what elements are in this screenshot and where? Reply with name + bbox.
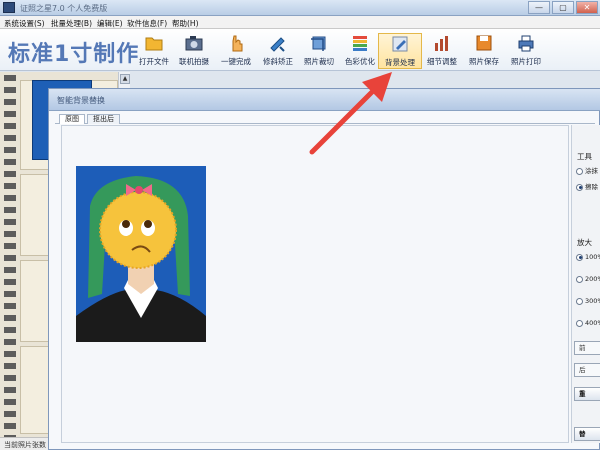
tool-label: 一键完成 xyxy=(221,57,251,66)
tool-label: 照片保存 xyxy=(469,57,499,66)
radio-zoom-200[interactable]: 200% xyxy=(576,275,600,283)
tool-panel: 工具 涂抹 擦除 放大 100% 200% 300% 400% 前 后 重 替 xyxy=(571,125,600,443)
menu-bar: 系统设置(S) 批量处理(B) 编辑(E) 软件信息(F) 帮助(H) xyxy=(0,16,600,29)
radio-zoom-400[interactable]: 400% xyxy=(576,319,600,327)
radio-label: 200% xyxy=(585,275,600,283)
open-file-button[interactable]: 打开文件 xyxy=(132,33,176,69)
id-photo xyxy=(76,166,206,342)
app-icon xyxy=(3,2,15,13)
panel-button-prev[interactable]: 前 xyxy=(574,341,600,355)
tool-label: 修斜矫正 xyxy=(263,57,293,66)
close-button[interactable]: ✕ xyxy=(576,1,598,14)
window-title: 证照之星7.0 个人免费版 xyxy=(20,4,108,13)
photo-canvas[interactable] xyxy=(61,125,569,443)
radio-smear[interactable]: 涂抹 xyxy=(576,165,598,175)
radio-dot xyxy=(576,275,583,283)
folder-icon xyxy=(145,37,163,51)
portrait-illustration xyxy=(76,166,206,342)
hand-icon xyxy=(232,35,243,52)
radio-dot-selected xyxy=(576,253,583,261)
minimize-button[interactable]: — xyxy=(528,1,550,14)
camera-button[interactable]: 联机拍摄 xyxy=(172,33,216,69)
tab-extracted[interactable]: 抠出后 xyxy=(87,114,120,124)
menu-batch[interactable]: 批量处理(B) xyxy=(51,18,92,29)
radio-dot xyxy=(576,297,583,305)
color-bars-icon xyxy=(353,36,367,51)
radio-label: 300% xyxy=(585,297,600,305)
radio-erase[interactable]: 擦除 xyxy=(576,181,598,191)
save-photo-button[interactable]: 照片保存 xyxy=(462,33,506,69)
menu-edit[interactable]: 编辑(E) xyxy=(97,18,123,29)
panel-button-reset[interactable]: 重 xyxy=(574,387,600,401)
menu-help[interactable]: 帮助(H) xyxy=(172,18,199,29)
print-photo-button[interactable]: 照片打印 xyxy=(504,33,548,69)
detail-adjust-button[interactable]: 细节调整 xyxy=(420,33,464,69)
brush-icon xyxy=(392,36,408,52)
radio-label: 400% xyxy=(585,319,600,327)
tilt-correct-button[interactable]: 修斜矫正 xyxy=(256,33,300,69)
radio-zoom-300[interactable]: 300% xyxy=(576,297,600,305)
tool-label: 联机拍摄 xyxy=(179,57,209,66)
menu-software-info[interactable]: 软件信息(F) xyxy=(127,18,167,29)
save-icon xyxy=(476,35,492,51)
dialog-title: 智能背景替换 xyxy=(57,96,105,105)
tools-icon xyxy=(270,37,285,52)
tab-original[interactable]: 原图 xyxy=(59,114,85,124)
radio-label: 擦除 xyxy=(585,183,598,191)
replace-button[interactable]: 替 xyxy=(574,427,600,441)
title-bar: 证照之星7.0 个人免费版 — ▢ ✕ xyxy=(0,0,600,16)
radio-zoom-100[interactable]: 100% xyxy=(576,253,600,261)
panel-button-next[interactable]: 后 xyxy=(574,363,600,377)
radio-label: 涂抹 xyxy=(585,167,598,175)
radio-dot xyxy=(576,167,583,175)
chart-icon xyxy=(435,36,448,51)
tool-label: 照片打印 xyxy=(511,57,541,66)
crop-icon xyxy=(311,36,326,51)
annotation-arrow-icon xyxy=(309,72,392,155)
one-click-button[interactable]: 一键完成 xyxy=(214,33,258,69)
status-text: 当前照片张数 xyxy=(4,441,46,449)
radio-dot xyxy=(576,319,583,327)
camera-icon xyxy=(185,36,203,51)
maximize-button[interactable]: ▢ xyxy=(552,1,574,14)
radio-label: 100% xyxy=(585,253,600,261)
brand-title: 标准1寸制作 xyxy=(8,42,140,67)
menu-system-settings[interactable]: 系统设置(S) xyxy=(4,18,45,29)
scroll-up-icon[interactable]: ▲ xyxy=(120,74,130,84)
radio-dot-selected xyxy=(576,183,583,191)
zoom-group-label: 放大 xyxy=(577,238,592,247)
film-sprocket-holes xyxy=(4,72,16,437)
tool-label: 打开文件 xyxy=(139,57,169,66)
tool-label: 细节调整 xyxy=(427,57,457,66)
tool-group-label: 工具 xyxy=(577,152,592,161)
printer-icon xyxy=(518,35,534,52)
